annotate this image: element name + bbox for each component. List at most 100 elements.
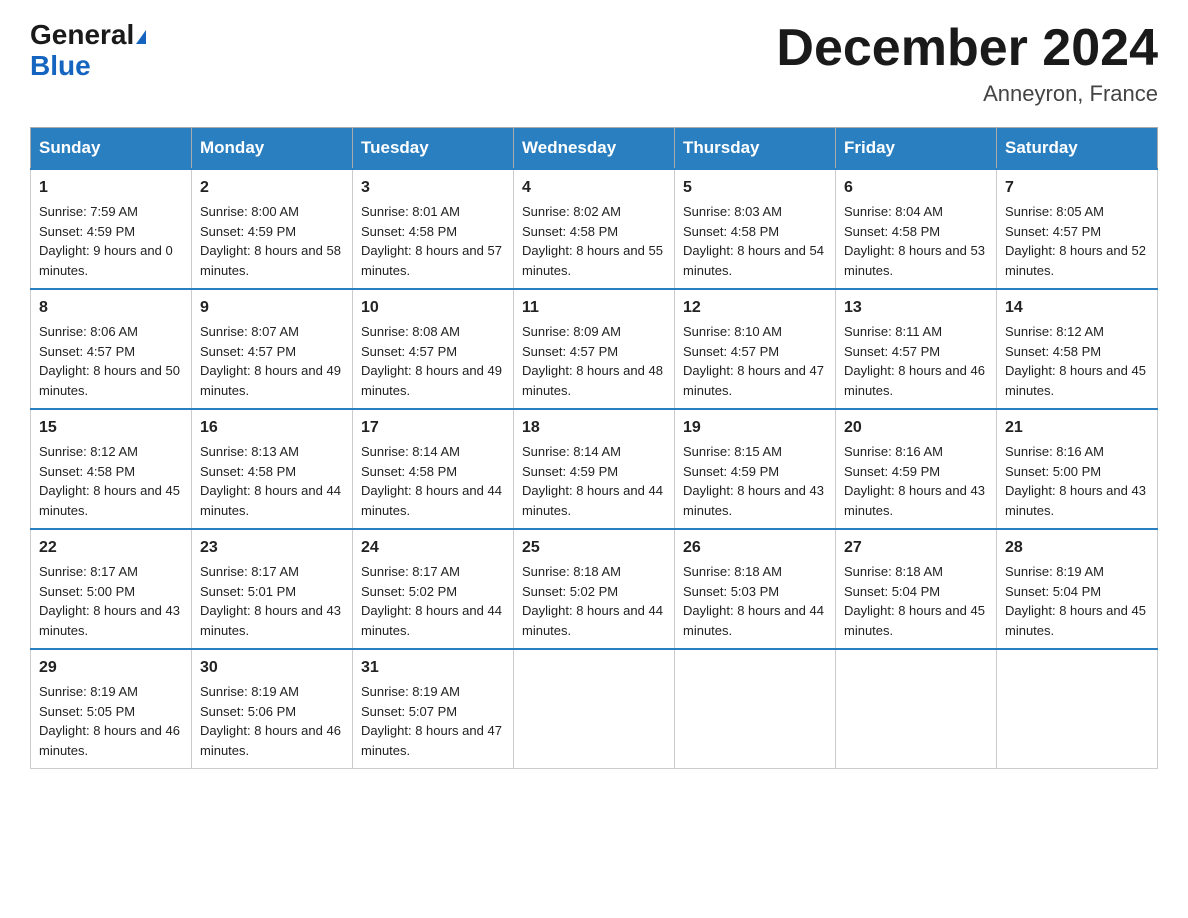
day-info: Daylight: 8 hours and 45 minutes. [39,481,183,520]
day-info: Daylight: 8 hours and 49 minutes. [200,361,344,400]
day-number: 31 [361,656,505,680]
day-info: Sunrise: 8:06 AM [39,322,183,342]
calendar-cell: 7Sunrise: 8:05 AMSunset: 4:57 PMDaylight… [997,169,1158,289]
day-number: 13 [844,296,988,320]
day-info: Daylight: 8 hours and 48 minutes. [522,361,666,400]
calendar-cell: 30Sunrise: 8:19 AMSunset: 5:06 PMDayligh… [192,649,353,769]
day-info: Daylight: 8 hours and 54 minutes. [683,241,827,280]
day-number: 23 [200,536,344,560]
col-wednesday: Wednesday [514,128,675,170]
calendar-cell: 26Sunrise: 8:18 AMSunset: 5:03 PMDayligh… [675,529,836,649]
day-info: Sunset: 4:57 PM [200,342,344,362]
day-info: Daylight: 8 hours and 43 minutes. [39,601,183,640]
logo-triangle-icon [136,30,146,44]
day-info: Sunrise: 8:17 AM [200,562,344,582]
day-number: 17 [361,416,505,440]
day-info: Sunrise: 8:19 AM [39,682,183,702]
day-info: Sunrise: 8:03 AM [683,202,827,222]
day-info: Sunrise: 8:15 AM [683,442,827,462]
day-number: 9 [200,296,344,320]
day-info: Sunset: 4:59 PM [844,462,988,482]
day-info: Sunrise: 8:17 AM [39,562,183,582]
day-number: 20 [844,416,988,440]
day-number: 16 [200,416,344,440]
calendar-cell: 2Sunrise: 8:00 AMSunset: 4:59 PMDaylight… [192,169,353,289]
month-title: December 2024 [776,20,1158,77]
day-info: Sunrise: 8:12 AM [39,442,183,462]
day-info: Daylight: 8 hours and 43 minutes. [683,481,827,520]
day-info: Sunset: 5:07 PM [361,702,505,722]
day-info: Sunset: 4:59 PM [200,222,344,242]
day-info: Daylight: 8 hours and 44 minutes. [361,601,505,640]
day-info: Daylight: 8 hours and 50 minutes. [39,361,183,400]
day-info: Sunset: 4:58 PM [683,222,827,242]
day-info: Daylight: 8 hours and 44 minutes. [361,481,505,520]
day-info: Daylight: 8 hours and 43 minutes. [844,481,988,520]
day-info: Sunrise: 8:01 AM [361,202,505,222]
calendar-cell: 1Sunrise: 7:59 AMSunset: 4:59 PMDaylight… [31,169,192,289]
day-number: 18 [522,416,666,440]
day-info: Daylight: 8 hours and 44 minutes. [522,481,666,520]
day-info: Sunset: 4:58 PM [361,462,505,482]
day-info: Sunset: 4:57 PM [522,342,666,362]
day-info: Daylight: 8 hours and 55 minutes. [522,241,666,280]
day-info: Sunrise: 8:04 AM [844,202,988,222]
day-info: Sunrise: 8:11 AM [844,322,988,342]
calendar-cell: 11Sunrise: 8:09 AMSunset: 4:57 PMDayligh… [514,289,675,409]
day-info: Sunset: 5:02 PM [522,582,666,602]
calendar-week-row-5: 29Sunrise: 8:19 AMSunset: 5:05 PMDayligh… [31,649,1158,769]
logo-text: General Blue [30,20,146,82]
logo-blue: Blue [30,50,91,81]
calendar-week-row-4: 22Sunrise: 8:17 AMSunset: 5:00 PMDayligh… [31,529,1158,649]
day-number: 2 [200,176,344,200]
day-number: 5 [683,176,827,200]
day-info: Daylight: 8 hours and 44 minutes. [522,601,666,640]
day-info: Sunset: 4:58 PM [1005,342,1149,362]
day-info: Sunrise: 8:02 AM [522,202,666,222]
calendar-cell: 25Sunrise: 8:18 AMSunset: 5:02 PMDayligh… [514,529,675,649]
calendar-cell: 21Sunrise: 8:16 AMSunset: 5:00 PMDayligh… [997,409,1158,529]
logo: General Blue [30,20,146,82]
day-info: Sunrise: 8:16 AM [844,442,988,462]
col-friday: Friday [836,128,997,170]
calendar-cell: 13Sunrise: 8:11 AMSunset: 4:57 PMDayligh… [836,289,997,409]
calendar-cell: 27Sunrise: 8:18 AMSunset: 5:04 PMDayligh… [836,529,997,649]
calendar-cell: 10Sunrise: 8:08 AMSunset: 4:57 PMDayligh… [353,289,514,409]
day-info: Daylight: 8 hours and 53 minutes. [844,241,988,280]
calendar-cell: 23Sunrise: 8:17 AMSunset: 5:01 PMDayligh… [192,529,353,649]
calendar-cell: 24Sunrise: 8:17 AMSunset: 5:02 PMDayligh… [353,529,514,649]
calendar-cell: 4Sunrise: 8:02 AMSunset: 4:58 PMDaylight… [514,169,675,289]
day-info: Daylight: 8 hours and 46 minutes. [844,361,988,400]
calendar-cell: 18Sunrise: 8:14 AMSunset: 4:59 PMDayligh… [514,409,675,529]
day-info: Sunrise: 7:59 AM [39,202,183,222]
day-info: Sunset: 4:59 PM [683,462,827,482]
calendar-cell: 16Sunrise: 8:13 AMSunset: 4:58 PMDayligh… [192,409,353,529]
day-info: Sunset: 5:01 PM [200,582,344,602]
day-info: Daylight: 8 hours and 45 minutes. [844,601,988,640]
day-number: 25 [522,536,666,560]
calendar-cell: 17Sunrise: 8:14 AMSunset: 4:58 PMDayligh… [353,409,514,529]
day-number: 1 [39,176,183,200]
day-info: Sunset: 5:04 PM [844,582,988,602]
calendar-week-row-2: 8Sunrise: 8:06 AMSunset: 4:57 PMDaylight… [31,289,1158,409]
day-info: Sunrise: 8:08 AM [361,322,505,342]
day-number: 3 [361,176,505,200]
calendar-cell: 22Sunrise: 8:17 AMSunset: 5:00 PMDayligh… [31,529,192,649]
day-info: Daylight: 8 hours and 44 minutes. [200,481,344,520]
day-info: Daylight: 8 hours and 49 minutes. [361,361,505,400]
day-info: Daylight: 8 hours and 47 minutes. [361,721,505,760]
calendar-cell: 31Sunrise: 8:19 AMSunset: 5:07 PMDayligh… [353,649,514,769]
day-info: Sunset: 5:04 PM [1005,582,1149,602]
day-info: Daylight: 8 hours and 44 minutes. [683,601,827,640]
day-info: Sunset: 5:06 PM [200,702,344,722]
day-number: 12 [683,296,827,320]
calendar-cell: 9Sunrise: 8:07 AMSunset: 4:57 PMDaylight… [192,289,353,409]
day-info: Sunrise: 8:07 AM [200,322,344,342]
day-info: Sunset: 4:57 PM [39,342,183,362]
day-number: 30 [200,656,344,680]
calendar-cell: 15Sunrise: 8:12 AMSunset: 4:58 PMDayligh… [31,409,192,529]
day-info: Sunset: 4:58 PM [361,222,505,242]
day-number: 19 [683,416,827,440]
day-number: 24 [361,536,505,560]
calendar-cell: 8Sunrise: 8:06 AMSunset: 4:57 PMDaylight… [31,289,192,409]
